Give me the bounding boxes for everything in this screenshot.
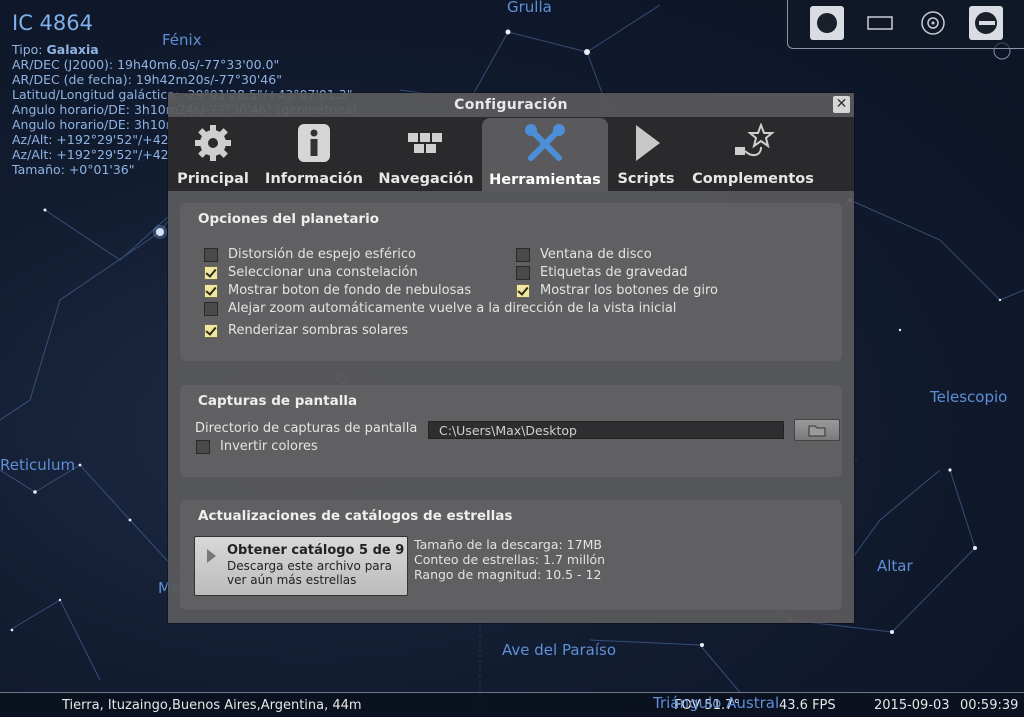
group-title: Opciones del planetario (198, 211, 379, 227)
close-button[interactable]: ✕ (833, 96, 850, 113)
option-solar-shadows[interactable]: Renderizar sombras solares (204, 323, 408, 338)
planetarium-options-group: Opciones del planetario Distorsión de es… (180, 203, 842, 361)
label-reticulum: Reticulum (0, 456, 76, 474)
tab-label: Herramientas (489, 172, 601, 188)
star-count: Conteo de estrellas: 1.7 millón (414, 552, 606, 567)
option-label: Invertir colores (220, 439, 318, 454)
time-text: 00:59:39 (960, 698, 1019, 713)
screenshot-dir-field[interactable]: C:\Users\Max\Desktop (428, 421, 784, 439)
folder-icon (808, 425, 826, 437)
option-label: Mostrar los botones de giro (540, 283, 718, 298)
object-type: Tipo: Galaxia (12, 42, 357, 57)
option-gravity-labels[interactable]: Etiquetas de gravedad (516, 265, 688, 280)
label-grulla: Grulla (507, 0, 552, 16)
label-triangulo: Triángulo Austral (653, 694, 780, 712)
tools-icon (525, 124, 565, 161)
option-label: Etiquetas de gravedad (540, 265, 688, 280)
navigation-icon (408, 133, 442, 153)
status-bar: Tierra, Ituzaingo,Buenos Aires,Argentina… (0, 692, 1024, 717)
option-label: Ventana de disco (540, 247, 652, 262)
option-label: Seleccionar una constelación (228, 265, 418, 280)
option-label: Mostrar boton de fondo de nebulosas (228, 283, 472, 298)
object-title: IC 4864 (12, 11, 93, 35)
checkbox[interactable] (204, 283, 218, 298)
checkbox[interactable] (516, 265, 530, 280)
top-toolbar (787, 0, 1024, 49)
option-label: Alejar zoom automáticamente vuelve a la … (228, 301, 677, 316)
option-label: Renderizar sombras solares (228, 323, 409, 338)
tab-informacion[interactable]: Información (262, 117, 366, 191)
tab-scripts[interactable]: Scripts (614, 117, 678, 191)
get-catalog-button[interactable]: Obtener catálogo 5 de 9 Descarga este ar… (194, 536, 408, 596)
group-title: Capturas de pantalla (198, 393, 358, 409)
rectangle-icon (867, 16, 893, 30)
target-button[interactable] (916, 6, 950, 40)
configuration-dialog: Configuración ✕ Principal Información Na… (168, 93, 854, 623)
screenshot-dir-label: Directorio de capturas de pantalla (195, 421, 418, 436)
object-line: AR/DEC (de fecha): 19h42m20s/-77°30'46" (12, 72, 282, 87)
fps-text: 43.6 FPS (779, 698, 836, 713)
circle-icon (817, 13, 837, 33)
tab-label: Información (265, 171, 363, 187)
tab-label: Navegación (378, 171, 474, 187)
checkbox[interactable] (204, 323, 218, 338)
option-disk-viewport[interactable]: Ventana de disco (516, 247, 652, 262)
tab-label: Principal (177, 171, 249, 187)
play-icon (207, 549, 216, 563)
option-spherical-mirror[interactable]: Distorsión de espejo esférico (204, 247, 416, 262)
plugin-icon (735, 123, 775, 157)
magnitude-range: Rango de magnitud: 10.5 - 12 (414, 567, 602, 582)
date-text: 2015-09-03 (874, 698, 950, 713)
telescope-button[interactable] (969, 6, 1003, 40)
screenshots-group: Capturas de pantalla Directorio de captu… (180, 385, 842, 477)
info-icon (298, 124, 330, 162)
download-size: Tamaño de la descarga: 17MB (414, 537, 602, 552)
catalog-button-description: Descarga este archivo para ver aún más e… (227, 559, 392, 587)
checkbox[interactable] (204, 247, 218, 262)
dialog-title: Configuración (454, 97, 568, 113)
option-auto-zoom-out[interactable]: Alejar zoom automáticamente vuelve a la … (204, 301, 676, 316)
option-select-constellation[interactable]: Seleccionar una constelación (204, 265, 418, 280)
play-icon (636, 125, 660, 161)
tab-label: Scripts (617, 171, 675, 187)
group-title: Actualizaciones de catálogos de estrella… (198, 508, 513, 524)
bookmark-button[interactable] (810, 6, 844, 40)
option-nebula-background-button[interactable]: Mostrar boton de fondo de nebulosas (204, 283, 471, 298)
label-telescopio: Telescopio (930, 388, 1008, 406)
star-catalogs-group: Actualizaciones de catálogos de estrella… (180, 500, 842, 610)
tab-label: Complementos (692, 171, 814, 187)
browse-folder-button[interactable] (794, 419, 840, 441)
tab-navegacion[interactable]: Navegación (374, 117, 478, 191)
telescope-icon (975, 12, 997, 34)
object-type-label: Tipo: (12, 42, 43, 57)
label-ave-paraiso: Ave del Paraíso (502, 641, 617, 659)
catalog-button-title: Obtener catálogo 5 de 9 (227, 543, 405, 558)
target-icon (921, 11, 945, 35)
option-flip-buttons[interactable]: Mostrar los botones de giro (516, 283, 718, 298)
label-altar: Altar (877, 557, 913, 575)
checkbox[interactable] (204, 265, 218, 280)
checkbox[interactable] (196, 439, 210, 454)
option-invert-colors[interactable]: Invertir colores (196, 439, 318, 454)
tab-principal[interactable]: Principal (172, 117, 254, 191)
checkbox[interactable] (204, 301, 218, 316)
checkbox[interactable] (516, 247, 530, 262)
tab-bar: Principal Información Navegación Herrami… (168, 117, 854, 192)
option-label: Distorsión de espejo esférico (228, 247, 417, 262)
location-text: Tierra, Ituzaingo,Buenos Aires,Argentina… (62, 698, 362, 713)
object-line: AR/DEC (J2000): 19h40m6.0s/-77°33'00.0" (12, 57, 280, 72)
window-button[interactable] (863, 6, 897, 40)
tab-herramientas[interactable]: Herramientas (482, 118, 608, 192)
object-type-value: Galaxia (46, 42, 99, 57)
checkbox[interactable] (516, 283, 530, 298)
gear-icon (195, 125, 231, 161)
tab-complementos[interactable]: Complementos (688, 117, 818, 191)
